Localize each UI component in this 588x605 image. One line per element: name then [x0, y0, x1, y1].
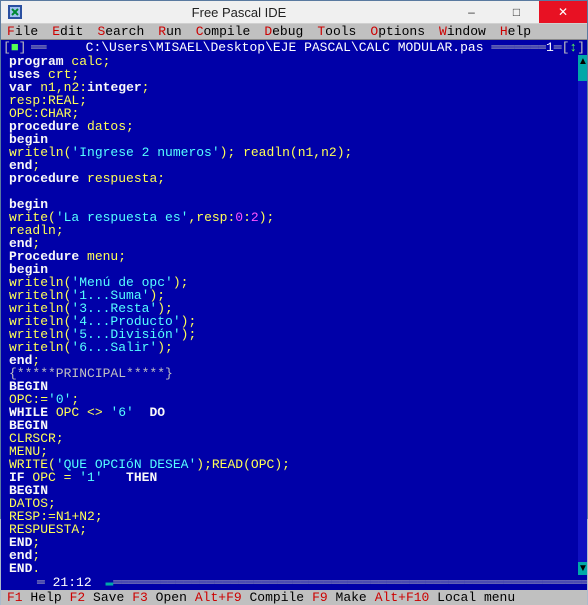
code-line[interactable]: BEGIN [9, 484, 581, 497]
menu-run[interactable]: Run [158, 24, 181, 39]
menu-debug[interactable]: Debug [264, 24, 303, 39]
menubar: File Edit Search Run Compile Debug Tools Option… [1, 24, 587, 40]
menu-window[interactable]: Window [439, 24, 486, 39]
frame-bracket: [ [3, 40, 11, 55]
frame-border-char: ═ [37, 575, 45, 590]
code-line[interactable] [9, 185, 581, 198]
code-line[interactable]: end; [9, 549, 581, 562]
status-alt-f9[interactable]: Alt+F9 Compile [195, 590, 304, 605]
code-line[interactable]: BEGIN [9, 380, 581, 393]
status-f1[interactable]: F1 Help [7, 590, 62, 605]
code-line[interactable]: END; [9, 536, 581, 549]
titlebar[interactable]: Free Pascal IDE – □ ✕ [1, 1, 587, 24]
frame-top: [■] ══ C:\Users\MISAEL\Desktop\EJE PASCAL… [1, 40, 587, 55]
code-line[interactable]: readln; [9, 224, 581, 237]
statusbar: F1 Help F2 Save F3 Open Alt+F9 Compile F… [1, 590, 587, 605]
frame-line-left: ══ [31, 40, 78, 55]
scroll-v-thumb[interactable] [578, 68, 587, 81]
code-editor[interactable]: program calc;uses crt;var n1,n2:integer;… [1, 55, 587, 575]
code-line[interactable]: RESP:=N1+N2; [9, 510, 581, 523]
vertical-scrollbar[interactable]: ▲ ▼ [578, 55, 587, 575]
code-line[interactable]: write('La respuesta es',resp:0:2); [9, 211, 581, 224]
code-line[interactable]: procedure datos; [9, 120, 581, 133]
status-f3[interactable]: F3 Open [132, 590, 187, 605]
frame-line-right: ══════ [491, 40, 538, 55]
scroll-v-track[interactable] [578, 68, 587, 562]
frame-bottom: ═ 21:12 ▬ ══════════════════════════════… [1, 575, 587, 590]
menu-search[interactable]: Search [97, 24, 144, 39]
code-line[interactable]: RESPUESTA; [9, 523, 581, 536]
code-line[interactable]: IF OPC = '1' THEN [9, 471, 581, 484]
menu-compile[interactable]: Compile [196, 24, 251, 39]
code-line[interactable]: program calc; [9, 55, 581, 68]
close-button[interactable]: ✕ [539, 1, 587, 23]
status-alt-f10[interactable]: Alt+F10 Local menu [375, 590, 515, 605]
app-window: Free Pascal IDE – □ ✕ FileEditSearchRunC… [0, 0, 588, 519]
file-path: C:\Users\MISAEL\Desktop\EJE PASCAL\CALC … [78, 40, 491, 55]
frame-bracket: ] [19, 40, 27, 55]
app-icon [7, 4, 23, 20]
scroll-down-arrow[interactable]: ▼ [578, 562, 587, 575]
code-line[interactable]: BEGIN [9, 419, 581, 432]
modified-marker: ▬ [105, 575, 113, 590]
menu-tools[interactable]: Tools [317, 24, 356, 39]
window-title: Free Pascal IDE [29, 5, 449, 20]
window-controls: – □ ✕ [449, 1, 587, 23]
scroll-up-arrow[interactable]: ▲ [578, 55, 587, 68]
menu-options[interactable]: Options [370, 24, 425, 39]
cursor-position: 21:12 [45, 575, 100, 590]
maximize-button[interactable]: □ [494, 1, 539, 23]
frame-border-fill: ════════════════════════════════════════… [113, 575, 588, 590]
frame-window-number: ═1═[↕] [538, 40, 585, 55]
code-line[interactable]: procedure respuesta; [9, 172, 581, 185]
code-line[interactable]: WHILE OPC <> '6' DO [9, 406, 581, 419]
minimize-button[interactable]: – [449, 1, 494, 23]
code-line[interactable]: writeln('Ingrese 2 numeros'); readln(n1,… [9, 146, 581, 159]
code-line[interactable]: Procedure menu; [9, 250, 581, 263]
code-line[interactable]: var n1,n2:integer; [9, 81, 581, 94]
menu-edit[interactable]: Edit [52, 24, 83, 39]
editor-frame: [■] ══ C:\Users\MISAEL\Desktop\EJE PASCAL… [1, 40, 587, 590]
menu-help[interactable]: Help [500, 24, 531, 39]
code-line[interactable]: writeln('6...Salir'); [9, 341, 581, 354]
status-f9[interactable]: F9 Make [312, 590, 367, 605]
menu-file[interactable]: File [7, 24, 38, 39]
code-line[interactable]: END. [9, 562, 581, 575]
code-line[interactable]: CLRSCR; [9, 432, 581, 445]
status-f2[interactable]: F2 Save [70, 590, 125, 605]
code-line[interactable]: {*****PRINCIPAL*****} [9, 367, 581, 380]
code-line[interactable]: resp:REAL; [9, 94, 581, 107]
frame-close-box[interactable]: ■ [11, 40, 19, 55]
